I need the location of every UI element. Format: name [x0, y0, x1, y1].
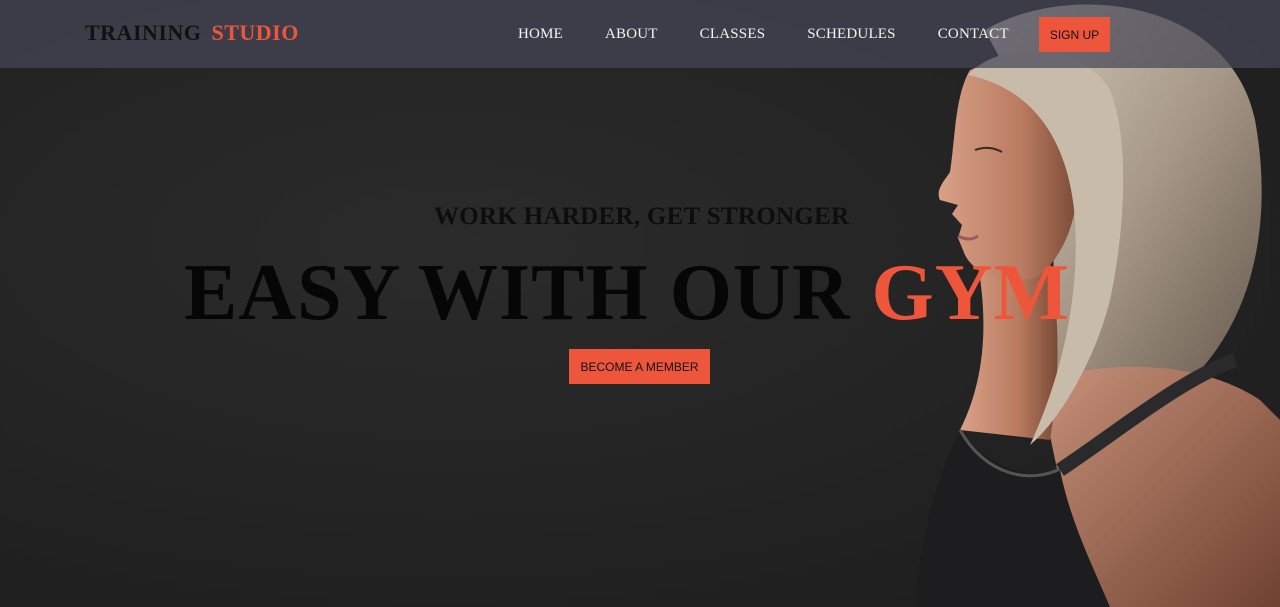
logo-text-studio: STUDIO [211, 20, 299, 45]
logo-text-training: TRAINING [85, 20, 202, 45]
hero-headline-accent: GYM [871, 249, 1070, 337]
nav-item-about[interactable]: ABOUT [605, 26, 658, 43]
nav-item-schedules[interactable]: SCHEDULES [807, 26, 895, 43]
hero-subheading: WORK HARDER, GET STRONGER [434, 203, 850, 230]
nav-item-home[interactable]: HOME [518, 26, 563, 43]
nav-item-classes[interactable]: CLASSES [700, 26, 766, 43]
sign-up-button[interactable]: SIGN UP [1039, 17, 1110, 52]
nav-menu: HOME ABOUT CLASSES SCHEDULES CONTACT [518, 26, 1051, 43]
site-logo[interactable]: TRAINING STUDIO [85, 20, 299, 46]
become-member-button[interactable]: BECOME A MEMBER [569, 349, 710, 384]
hero-headline: EASY WITH OUR GYM [184, 248, 1070, 338]
hero-headline-main: EASY WITH OUR [184, 249, 851, 337]
navbar: TRAINING STUDIO HOME ABOUT CLASSES SCHEDU… [0, 0, 1280, 68]
page: TRAINING STUDIO HOME ABOUT CLASSES SCHEDU… [0, 0, 1280, 607]
nav-item-contact[interactable]: CONTACT [938, 26, 1009, 43]
